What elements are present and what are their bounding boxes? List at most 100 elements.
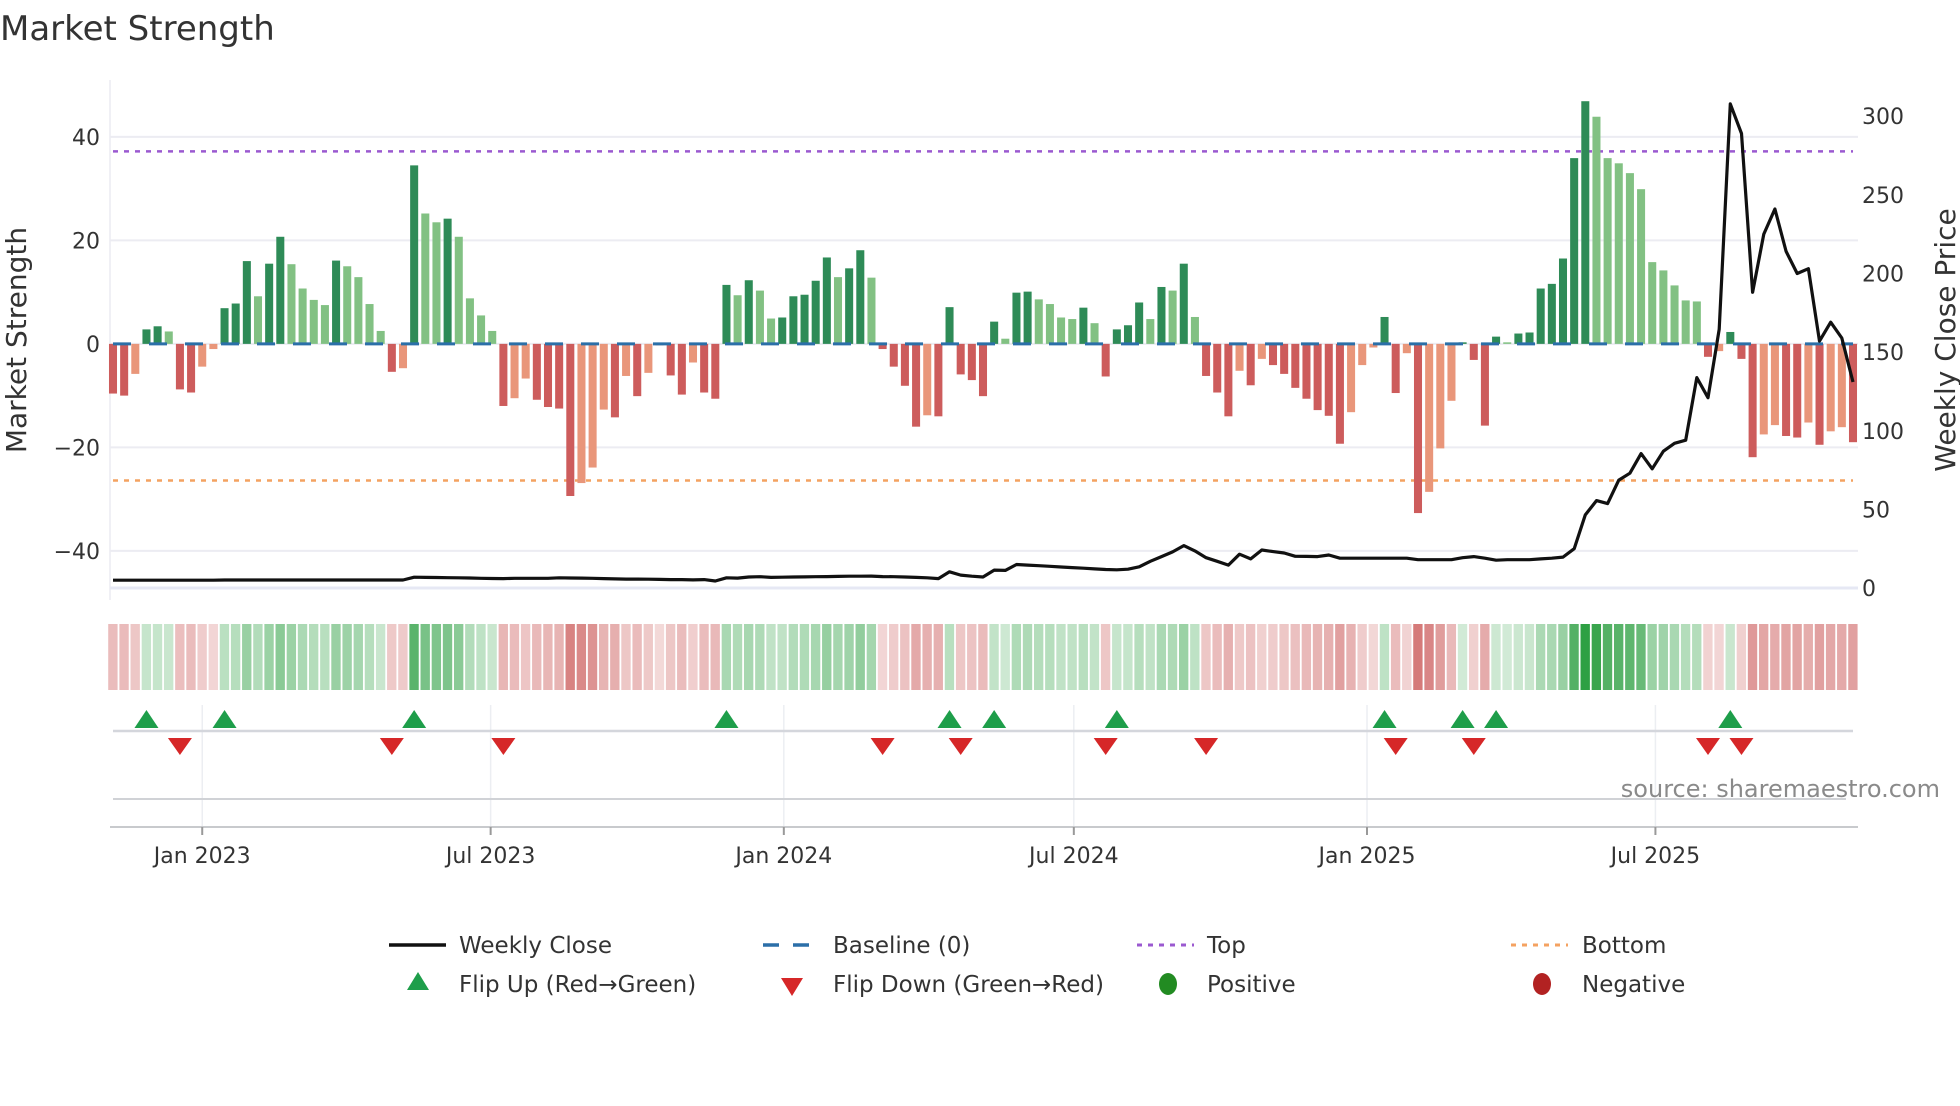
strength-bar	[1603, 158, 1612, 344]
strength-bar	[387, 343, 396, 372]
heatmap-cell	[1245, 624, 1256, 690]
heatmap-cell	[1056, 624, 1066, 690]
flip-up-marker	[714, 710, 739, 728]
heatmap-cell	[1613, 624, 1624, 690]
heatmap-cell	[955, 624, 966, 690]
flip-down-marker	[167, 738, 192, 755]
strength-bar	[198, 343, 207, 367]
heatmap-cell	[1558, 624, 1568, 690]
heatmap-cell	[186, 624, 196, 690]
strength-bar	[688, 343, 698, 363]
heatmap-cell	[877, 624, 888, 690]
heatmap-cell	[219, 624, 230, 690]
heatmap-cell	[286, 624, 297, 690]
flip-up-marker	[402, 710, 427, 728]
strength-bar	[332, 260, 341, 344]
legend-label: Bottom	[1582, 933, 1666, 959]
legend-label: Baseline (0)	[833, 933, 970, 959]
strength-bar	[1347, 343, 1356, 413]
strength-bar	[1146, 319, 1155, 344]
strength-bar	[108, 343, 118, 394]
strength-bar	[945, 307, 954, 344]
flip-down-marker	[1461, 738, 1486, 755]
heatmap-cell	[1725, 624, 1735, 690]
flip-down-marker	[1696, 738, 1720, 755]
strength-bar	[778, 317, 787, 344]
strength-bar	[1536, 288, 1545, 344]
heatmap-cell	[320, 624, 330, 690]
strength-bar	[923, 343, 932, 416]
heatmap-cell	[710, 624, 720, 690]
strength-bar	[889, 343, 898, 367]
heatmap-cell	[844, 624, 854, 690]
legend-item-flip-up: Flip Up (Red→Green)	[407, 972, 696, 998]
strength-bar	[175, 343, 184, 390]
heatmap-cell	[119, 624, 129, 690]
strength-bar	[432, 222, 441, 344]
heatmap-cell	[108, 624, 118, 690]
heatmap-cell	[1312, 624, 1323, 690]
legend-item-positive: Positive	[1159, 972, 1296, 998]
heatmap-cell	[1658, 624, 1668, 690]
heatmap-cell	[1323, 624, 1334, 690]
strength-bar	[956, 343, 965, 375]
heatmap-cell	[353, 624, 363, 690]
strength-bar	[845, 268, 854, 344]
strength-bar	[789, 296, 798, 344]
heatmap-cell	[822, 624, 832, 690]
heatmap-cell	[1758, 624, 1769, 690]
heatmap-cell	[1446, 624, 1457, 690]
strength-bar	[1436, 343, 1445, 449]
heatmap-cell	[175, 624, 185, 690]
heatmap-cell	[1669, 624, 1680, 690]
heatmap-cell	[576, 624, 587, 690]
strength-bar	[1168, 290, 1177, 344]
strength-bar	[532, 343, 541, 400]
heatmap-cell	[1781, 624, 1791, 690]
strength-bar	[1034, 299, 1043, 344]
x-tick-label: Jan 2025	[1317, 844, 1416, 869]
heatmap-cell	[900, 624, 910, 690]
strength-bar	[543, 343, 553, 408]
legend-item-top: Top	[1137, 933, 1246, 959]
strength-bar	[1001, 338, 1010, 344]
strength-bar	[1748, 343, 1757, 458]
strength-bar	[1123, 325, 1133, 344]
strength-bar	[1703, 343, 1713, 357]
strength-bar	[677, 343, 686, 395]
strength-bar	[242, 261, 251, 344]
heatmap-cell	[1714, 624, 1724, 690]
heatmap-cell	[1301, 624, 1312, 690]
strength-bar	[744, 280, 753, 344]
triangle-down-icon	[781, 978, 803, 996]
heatmap-cell	[1625, 624, 1635, 690]
strength-bar	[231, 303, 240, 344]
heatmap-cell	[743, 624, 754, 690]
legend-item-flip-down: Flip Down (Green→Red)	[781, 972, 1104, 998]
right-tick-label: 50	[1862, 498, 1890, 523]
strength-bar	[1592, 116, 1601, 344]
heatmap-cell	[1524, 624, 1535, 690]
heatmap-cell	[130, 624, 140, 690]
strength-heatmap-strip	[108, 624, 1858, 690]
strength-bar	[1648, 262, 1657, 344]
legend-label: Flip Up (Red→Green)	[459, 972, 696, 998]
strength-bar	[800, 294, 809, 344]
strength-bars	[108, 101, 1858, 514]
heatmap-cell	[944, 624, 955, 690]
flip-down-marker	[1729, 738, 1754, 755]
heatmap-cell	[1803, 624, 1813, 690]
heatmap-cell	[1457, 624, 1468, 690]
heatmap-cell	[1747, 624, 1758, 690]
heatmap-cell	[364, 624, 375, 690]
strength-bar	[666, 343, 675, 376]
strength-bar	[265, 263, 274, 344]
strength-bar	[142, 329, 151, 344]
strength-bar	[767, 318, 776, 344]
strength-bar	[153, 326, 162, 344]
right-axis-label: Weekly Close Price	[1929, 208, 1960, 471]
source-attribution: source: sharemaestro.com	[1621, 775, 1940, 803]
heatmap-cell	[253, 624, 263, 690]
strength-bar	[454, 236, 463, 344]
strength-bar	[1770, 343, 1779, 426]
